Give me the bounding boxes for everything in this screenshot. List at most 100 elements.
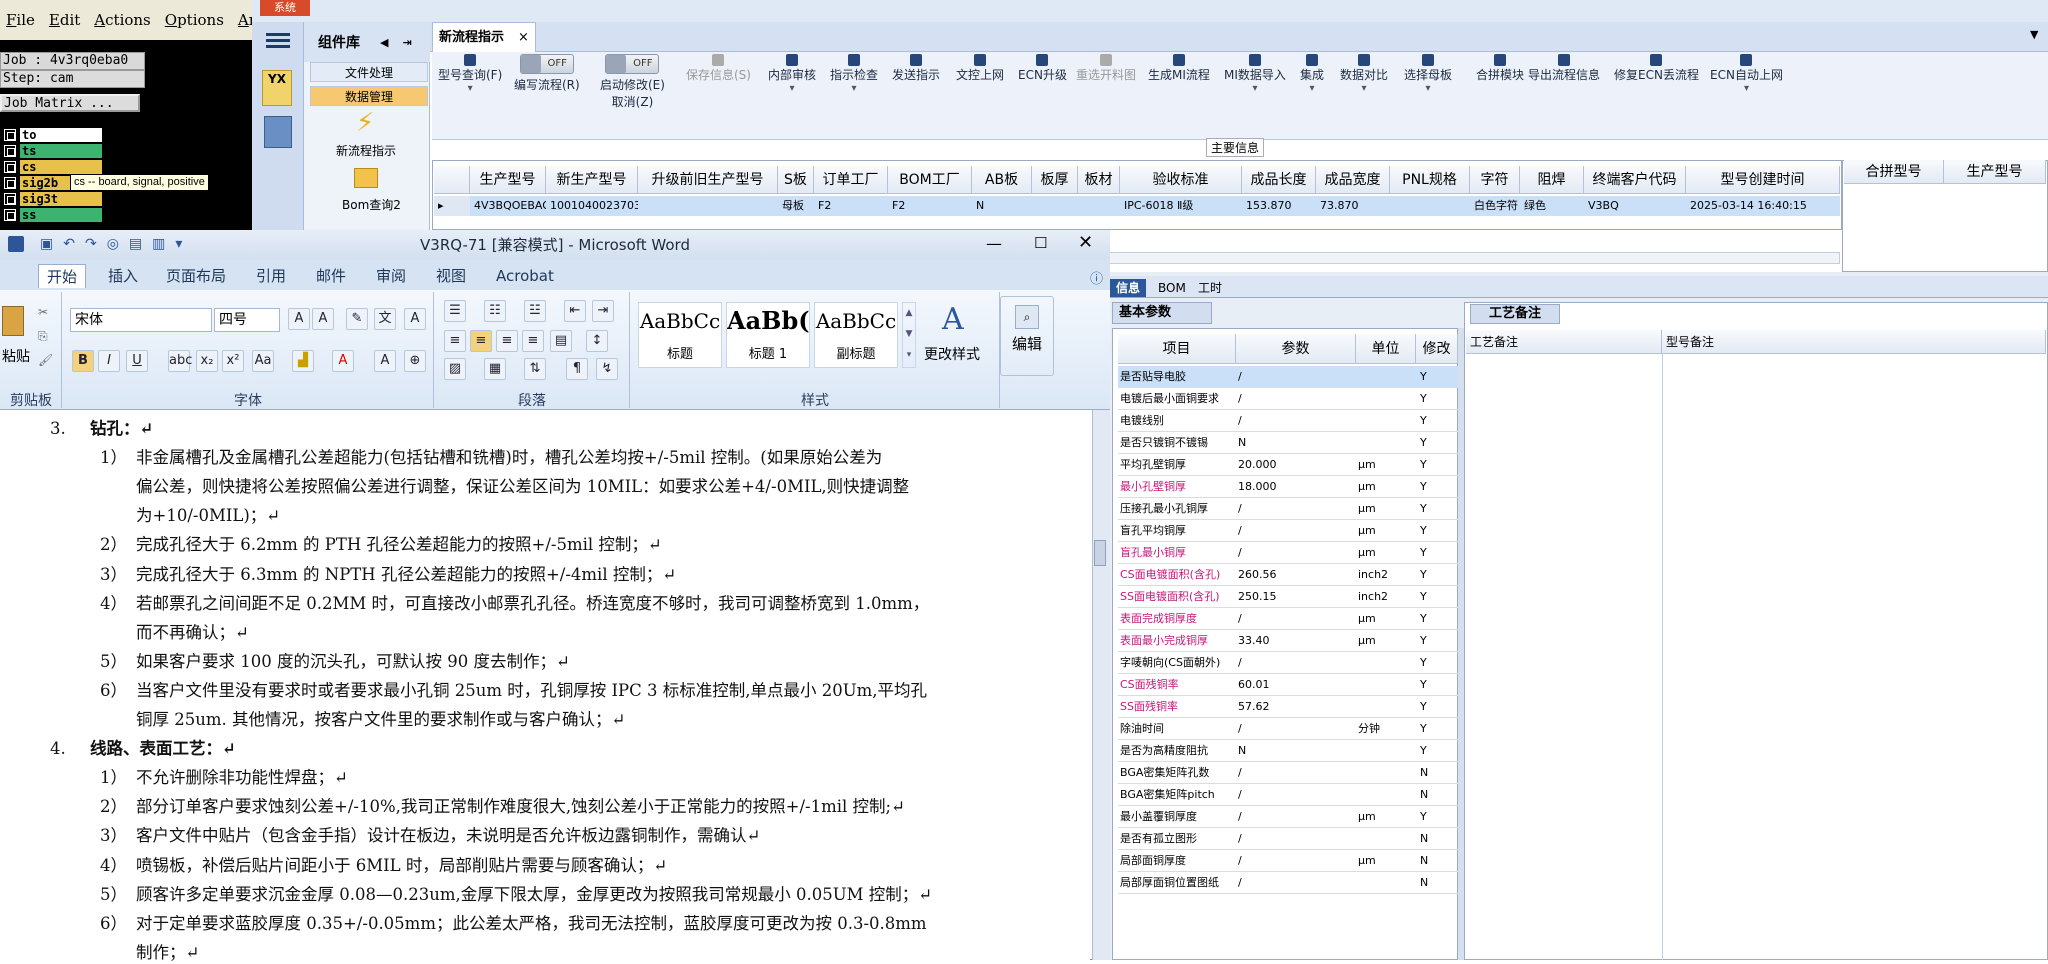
grid-cell[interactable]: 4V3BQOEBAO — [470, 196, 546, 216]
doc-line[interactable]: 制作；↵ — [136, 942, 199, 964]
param-row[interactable]: 最小孔壁铜厚 18.000 μm Y — [1118, 476, 1458, 498]
grid-cell[interactable]: 73.870 — [1316, 196, 1390, 216]
grid-header[interactable]: 升级前旧生产型号 — [638, 166, 778, 194]
align-right-icon[interactable]: ≡ — [496, 330, 518, 352]
tab-layout[interactable]: 页面布局 — [158, 264, 234, 288]
cad-layer-row[interactable]: to — [0, 127, 102, 142]
param-cell-value[interactable]: 20.000 — [1238, 454, 1354, 475]
param-cell-value[interactable]: / — [1238, 498, 1354, 519]
paste-icon[interactable] — [2, 306, 24, 336]
grid-header[interactable]: 成品长度 — [1242, 166, 1316, 194]
doc-line[interactable]: 2） 部分订单客户要求蚀刻公差+/-10%,我司正常制作难度很大,蚀刻公差小于正常… — [100, 796, 905, 818]
yx-app-icon[interactable]: YX — [262, 70, 292, 106]
param-cell-value[interactable]: 260.56 — [1238, 564, 1354, 585]
align-center-icon[interactable]: ≡ — [470, 330, 492, 352]
clear-format-icon[interactable]: ✎ — [346, 308, 368, 330]
doc-line[interactable]: 5） 顾客许多定单要求沉金金厚 0.08—0.23um,金厚下限太厚，金厚更改为按… — [100, 884, 932, 906]
numbering-icon[interactable]: ☷ — [484, 300, 506, 322]
subscript-icon[interactable]: x₂ — [196, 350, 218, 372]
grow-font-icon[interactable]: A — [288, 308, 310, 330]
param-header[interactable]: 项目 — [1118, 334, 1236, 364]
folder-icon[interactable] — [354, 168, 378, 188]
doc-line[interactable]: 3. 钻孔：↵ — [50, 418, 153, 440]
grid-header[interactable]: 验收标准 — [1120, 166, 1242, 194]
craft-header[interactable]: 工艺备注 — [1466, 330, 1662, 354]
ecn-upgrade-button[interactable]: ECN升级 — [1018, 54, 1067, 83]
doc-line[interactable]: 6） 对于定单要求蓝胶厚度 0.35+/-0.05mm；此公差太严格，我司无法控制… — [100, 913, 927, 935]
craft-header[interactable]: 型号备注 — [1662, 330, 2046, 354]
param-cell-value[interactable]: / — [1238, 366, 1354, 387]
phonetic-icon[interactable]: 文 — [374, 308, 396, 330]
param-cell-value[interactable]: / — [1238, 850, 1354, 871]
grid-header[interactable]: 型号创建时间 — [1686, 166, 1840, 194]
cad-menu-actions[interactable]: Actions — [94, 11, 150, 29]
doc-control-online-button[interactable]: 文控上网 — [956, 54, 1004, 83]
multilevel-list-icon[interactable]: ☳ — [524, 300, 546, 322]
param-row[interactable]: 最小盖覆铜厚度 / μm Y — [1118, 806, 1458, 828]
grid-header[interactable]: 合拼型号 — [1844, 160, 1944, 184]
doc-line[interactable]: 而不再确认；↵ — [136, 622, 249, 644]
grid-header[interactable]: AB板 — [972, 166, 1032, 194]
grid-header[interactable]: 成品宽度 — [1316, 166, 1390, 194]
tab-insert[interactable]: 插入 — [100, 264, 146, 288]
grid-cell[interactable]: 白色字符 — [1470, 196, 1520, 216]
export-flow-info-button[interactable]: 导出流程信息 — [1528, 54, 1600, 83]
start-edit-toggle[interactable]: OFF 启动修改(E) 取消(Z) — [600, 54, 665, 110]
param-cell-value[interactable]: 60.01 — [1238, 674, 1354, 695]
cad-layer-row[interactable]: cs — [0, 159, 102, 174]
increase-indent-icon[interactable]: ⇥ — [592, 300, 614, 322]
line-spacing-icon[interactable]: ↕ — [586, 330, 608, 352]
instruction-check-button[interactable]: 指示检查 ▾ — [830, 54, 878, 94]
select-motherboard-button[interactable]: 选择母板 ▾ — [1404, 54, 1452, 94]
param-cell-value[interactable]: / — [1238, 608, 1354, 629]
maximize-icon[interactable]: ☐ — [1034, 234, 1047, 252]
grid-header[interactable]: 生产型号 — [1944, 160, 2046, 184]
grid-cell[interactable] — [1078, 196, 1120, 216]
close-icon[interactable]: × — [518, 30, 529, 45]
data-management-button[interactable]: 数据管理 — [310, 86, 428, 106]
grid-cell[interactable]: F2 — [814, 196, 888, 216]
scroll-thumb[interactable] — [1094, 540, 1106, 566]
system-tab[interactable]: 系统 — [260, 0, 310, 16]
grid-header[interactable]: BOM工厂 — [888, 166, 972, 194]
cad-job-matrix-button[interactable]: Job Matrix ... — [0, 94, 140, 112]
char-shading-icon[interactable]: A — [374, 350, 396, 372]
param-cell-value[interactable]: / — [1238, 806, 1354, 827]
param-row[interactable]: 电镀线别 / Y — [1118, 410, 1458, 432]
font-name-select[interactable]: 宋体 — [70, 308, 212, 332]
decrease-indent-icon[interactable]: ⇤ — [564, 300, 586, 322]
param-header[interactable]: 参数 — [1236, 334, 1356, 364]
grid-header[interactable]: S板 — [778, 166, 814, 194]
param-cell-value[interactable]: 18.000 — [1238, 476, 1354, 497]
param-row[interactable]: 盲孔最小铜厚 / μm Y — [1118, 542, 1458, 564]
doc-line[interactable]: 4. 线路、表面工艺：↵ — [50, 738, 236, 760]
doc-line[interactable]: 为+10/-0MIL)；↵ — [136, 505, 280, 527]
craft-notes-tab[interactable]: 工艺备注 — [1470, 304, 1560, 324]
file-processing-button[interactable]: 文件处理 — [310, 62, 428, 82]
param-cell-value[interactable]: / — [1238, 520, 1354, 541]
param-cell-value[interactable]: / — [1238, 410, 1354, 431]
fix-ecn-flow-button[interactable]: 修复ECN丢流程 — [1614, 54, 1699, 83]
doc-line[interactable]: 偏公差，则快捷将公差按照偏公差进行调整，保证公差区间为 10MIL：如要求公差+… — [136, 476, 909, 498]
param-cell-value[interactable]: / — [1238, 388, 1354, 409]
param-cell-value[interactable]: / — [1238, 828, 1354, 849]
param-cell-value[interactable]: / — [1238, 718, 1354, 739]
strikethrough-icon[interactable]: abc — [168, 350, 192, 372]
change-styles-button[interactable]: 更改样式 — [924, 344, 980, 364]
cad-menu-edit[interactable]: Edit — [49, 11, 80, 29]
cad-menu-options[interactable]: Options — [165, 11, 224, 29]
param-row[interactable]: 局部面铜厚度 / μm N — [1118, 850, 1458, 872]
basic-params-tab[interactable]: 基本参数 — [1112, 302, 1212, 324]
shrink-font-icon[interactable]: A — [312, 308, 334, 330]
doc-line[interactable]: 1） 非金属槽孔及金属槽孔公差超能力(包括钻槽和铣槽)时，槽孔公差均按+/-5mi… — [100, 447, 882, 469]
grid-header[interactable]: 板材 — [1078, 166, 1120, 194]
param-row[interactable]: 除油时间 / 分钟 Y — [1118, 718, 1458, 740]
grid-header[interactable]: 新生产型号 — [546, 166, 638, 194]
param-row[interactable]: BGA密集矩阵pitch / N — [1118, 784, 1458, 806]
reselect-cut-drawing-button[interactable]: 重选开料图 — [1076, 54, 1136, 83]
param-header[interactable]: 单位 — [1356, 334, 1416, 364]
grid-cell[interactable] — [1390, 196, 1470, 216]
grid-header[interactable]: 板厚 — [1032, 166, 1078, 194]
merge-module-button[interactable]: 合拼模块 — [1476, 54, 1524, 83]
param-cell-value[interactable]: 57.62 — [1238, 696, 1354, 717]
